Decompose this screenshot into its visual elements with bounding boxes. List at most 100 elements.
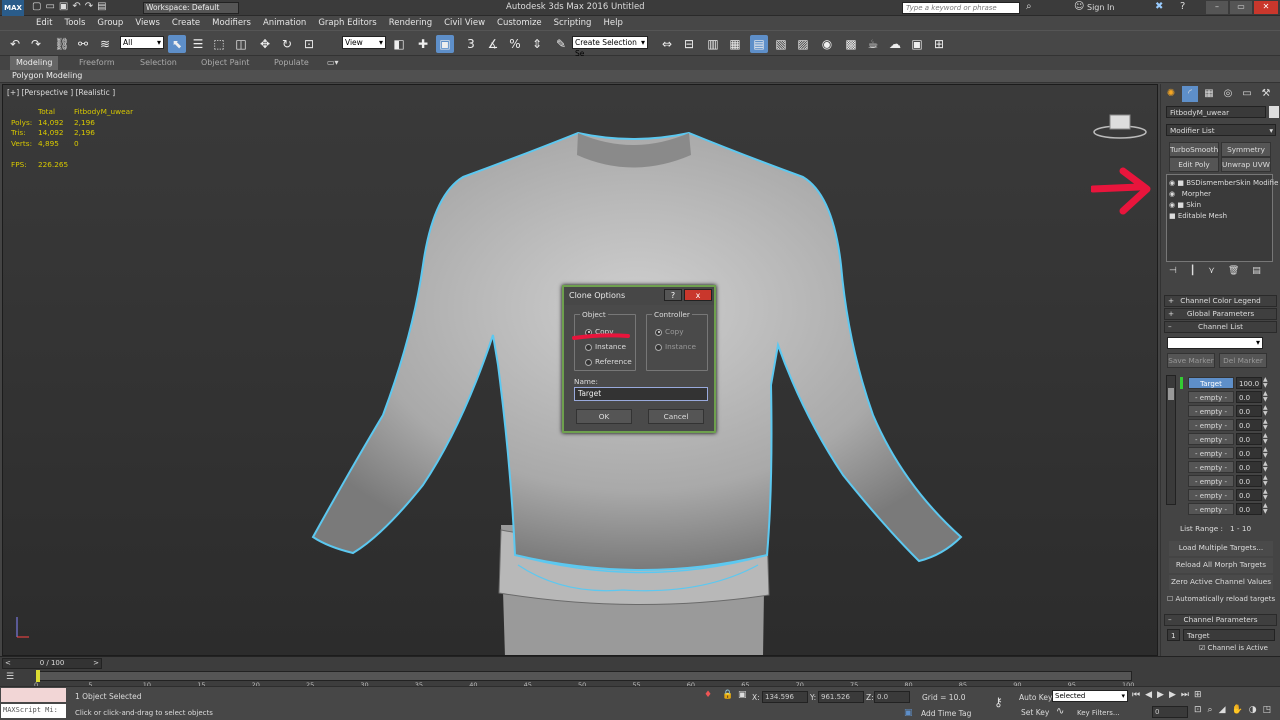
channel-value-field[interactable]: 0.0 (1236, 503, 1262, 515)
search-input[interactable]: Type a keyword or phrase (902, 2, 1020, 14)
maximize-button[interactable]: ▭ (1230, 1, 1252, 14)
minimize-button[interactable]: – (1206, 1, 1228, 14)
channel-value-field[interactable]: 0.0 (1236, 433, 1262, 445)
edit-poly-button[interactable]: Edit Poly (1169, 157, 1219, 172)
marker-dropdown[interactable]: ▾ (1167, 337, 1263, 349)
channel-row[interactable]: - empty -0.0 ▲ ▼ (1188, 405, 1276, 417)
object-instance-radio[interactable]: Instance (585, 342, 626, 352)
spinner-icon[interactable]: ▲ ▼ (1263, 405, 1268, 417)
channel-name-button[interactable]: - empty - (1188, 489, 1234, 501)
channel-name-button[interactable]: - empty - (1188, 503, 1234, 515)
bulb-icon[interactable]: ◉ (1169, 179, 1175, 187)
channel-name-button[interactable]: - empty - (1188, 461, 1234, 473)
exchange-icon[interactable]: ✖ (1155, 1, 1163, 12)
channel-row[interactable]: - empty -0.0 ▲ ▼ (1188, 447, 1276, 459)
bulb-icon[interactable]: ◉ (1169, 190, 1175, 198)
time-slider-prev-icon[interactable]: < (5, 659, 11, 668)
channel-name-button[interactable]: Target (1188, 377, 1234, 389)
pan-icon[interactable]: ✋ (1232, 705, 1249, 715)
make-unique-icon[interactable]: ⋎ (1208, 266, 1228, 276)
pin-stack-icon[interactable]: ⊣ (1169, 266, 1190, 276)
orbit-icon[interactable]: ◑ (1249, 705, 1263, 715)
set-key-icon[interactable]: ⚷ (994, 695, 1003, 709)
turbosmooth-button[interactable]: TurboSmooth (1169, 142, 1219, 157)
close-button[interactable]: ✕ (1254, 1, 1278, 14)
activeshade-icon[interactable]: ▣ (908, 35, 926, 53)
stack-item-skin[interactable]: ◉ ■ Skin (1169, 200, 1201, 210)
modify-tab-icon[interactable]: ◜ (1182, 86, 1198, 102)
align-icon[interactable]: ⊟ (680, 35, 698, 53)
motion-tab-icon[interactable]: ◎ (1220, 86, 1236, 102)
symmetry-button[interactable]: Symmetry (1221, 142, 1271, 157)
key-mode-dropdown[interactable]: Selected ▾ (1052, 690, 1128, 702)
menu-scripting[interactable]: Scripting (548, 16, 598, 30)
hierarchy-tab-icon[interactable]: ▦ (1201, 86, 1217, 102)
time-config-icon[interactable]: ⊡ (1194, 705, 1208, 715)
field-of-view-icon[interactable]: ◢ (1219, 705, 1232, 715)
mini-curve-editor-icon[interactable]: ☰ (6, 672, 14, 682)
channel-value-field[interactable]: 100.0 (1236, 377, 1262, 389)
toggle-ribbon-icon[interactable]: ▦ (726, 35, 744, 53)
rollout-channel-parameters[interactable]: – Channel Parameters (1164, 614, 1277, 626)
open-file-icon[interactable]: ▭ (45, 1, 58, 12)
pivot-center-icon[interactable]: ◧ (390, 35, 408, 53)
auto-key-button[interactable]: Auto Key (1019, 693, 1052, 702)
set-key-button[interactable]: Set Key (1021, 708, 1049, 717)
channel-value-field[interactable]: 0.0 (1236, 461, 1262, 473)
menu-civil-view[interactable]: Civil View (438, 16, 491, 30)
ok-button[interactable]: OK (576, 409, 632, 424)
snaps-toggle-icon[interactable]: 3 (462, 35, 480, 53)
spinner-icon[interactable]: ▲ ▼ (1263, 447, 1268, 459)
utilities-tab-icon[interactable]: ⚒ (1258, 86, 1274, 102)
window-crossing-icon[interactable]: ◫ (232, 35, 250, 53)
zoom-extents-icon[interactable]: ⊞ (1194, 690, 1207, 700)
binoculars-icon[interactable]: ⌕ (1026, 1, 1032, 12)
channel-value-field[interactable]: 0.0 (1236, 475, 1262, 487)
select-manipulate-icon[interactable]: ✚ (414, 35, 432, 53)
spinner-icon[interactable]: ▲ ▼ (1263, 461, 1268, 473)
current-frame-field[interactable]: 0 (1152, 706, 1188, 718)
time-slider[interactable]: <0 / 100 > (2, 658, 102, 669)
channel-name-button[interactable]: - empty - (1188, 433, 1234, 445)
menu-edit[interactable]: Edit (30, 16, 58, 30)
edit-named-selection-icon[interactable]: ✎ (552, 35, 570, 53)
save-icon[interactable]: ▣ (59, 1, 72, 12)
unwrap-uvw-button[interactable]: Unwrap UVW (1221, 157, 1271, 172)
select-object-icon[interactable]: ⬉ (168, 35, 186, 53)
play-icon[interactable]: ▶ (1157, 690, 1169, 700)
rectangular-selection-icon[interactable]: ⬚ (210, 35, 228, 53)
channel-number-field[interactable]: 1 (1167, 629, 1180, 641)
percent-snap-icon[interactable]: % (506, 35, 524, 53)
channel-value-field[interactable]: 0.0 (1236, 391, 1262, 403)
stack-item-editable-mesh[interactable]: ■ Editable Mesh (1169, 211, 1227, 221)
menu-graph-editors[interactable]: Graph Editors (312, 16, 382, 30)
track-bar[interactable] (36, 671, 1132, 681)
bind-space-warp-icon[interactable]: ≋ (96, 35, 114, 53)
maxscript-listener[interactable]: MAXScript Mi: (1, 704, 66, 718)
reference-coordinate-dropdown[interactable]: View (342, 36, 386, 49)
z-coordinate-field[interactable]: 0.0 (874, 691, 910, 703)
key-curve-icon[interactable]: ∿ (1056, 706, 1064, 717)
material-editor-icon[interactable]: ▨ (794, 35, 812, 53)
curve-editor-icon[interactable]: ▤ (750, 35, 768, 53)
channel-name-button[interactable]: - empty - (1188, 419, 1234, 431)
rotate-icon[interactable]: ↻ (278, 35, 296, 53)
add-time-tag[interactable]: Add Time Tag (921, 709, 971, 718)
spinner-icon[interactable]: ▲ ▼ (1263, 377, 1268, 389)
isolate-selection-icon[interactable]: ♦ (704, 690, 712, 700)
spinner-icon[interactable]: ▲ ▼ (1263, 391, 1268, 403)
layer-explorer-icon[interactable]: ▥ (704, 35, 722, 53)
spinner-snap-icon[interactable]: ⇕ (528, 35, 546, 53)
menu-views[interactable]: Views (129, 16, 166, 30)
menu-modifiers[interactable]: Modifiers (206, 16, 257, 30)
menu-rendering[interactable]: Rendering (383, 16, 438, 30)
save-marker-button[interactable]: Save Marker (1167, 353, 1215, 368)
modifier-stack[interactable]: ◉ ■ BSDismemberSkin Modifie ◉ Morpher ◉ … (1166, 174, 1278, 262)
absolute-mode-icon[interactable]: ▣ (738, 690, 747, 700)
ribbon-options-icon[interactable]: ▭▾ (327, 58, 339, 67)
render-setup-icon[interactable]: ◉ (818, 35, 836, 53)
channel-row[interactable]: Target 100.0 ▲ ▼ (1188, 377, 1276, 389)
menu-tools[interactable]: Tools (58, 16, 91, 30)
configure-sets-icon[interactable]: ▤ (1252, 266, 1274, 276)
select-by-name-icon[interactable]: ☰ (189, 35, 207, 53)
